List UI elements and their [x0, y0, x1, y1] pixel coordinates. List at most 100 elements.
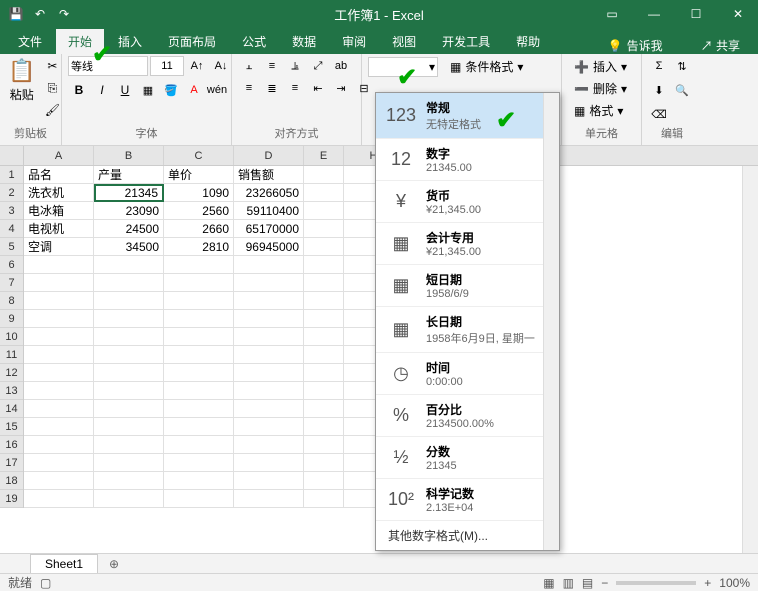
cell[interactable]: 23266050 [234, 184, 304, 202]
cell[interactable] [94, 256, 164, 274]
row-header[interactable]: 8 [0, 292, 23, 310]
vertical-scrollbar[interactable] [742, 166, 758, 553]
cell[interactable] [164, 436, 234, 454]
cell[interactable] [234, 400, 304, 418]
cell[interactable] [24, 454, 94, 472]
tab-data[interactable]: 数据 [280, 29, 328, 54]
col-header[interactable]: B [94, 146, 164, 165]
cell[interactable] [164, 400, 234, 418]
cell[interactable] [94, 364, 164, 382]
format-option-2[interactable]: ¥货币¥21,345.00 [376, 181, 559, 223]
format-option-7[interactable]: %百分比2134500.00% [376, 395, 559, 437]
tab-view[interactable]: 视图 [380, 29, 428, 54]
autosum-icon[interactable]: Σ [648, 56, 670, 76]
cell[interactable]: 96945000 [234, 238, 304, 256]
row-header[interactable]: 6 [0, 256, 23, 274]
cell[interactable] [234, 418, 304, 436]
view-layout-icon[interactable]: ▥ [563, 576, 574, 590]
row-header[interactable]: 3 [0, 202, 23, 220]
cell[interactable] [234, 274, 304, 292]
cell[interactable]: 23090 [94, 202, 164, 220]
border-button[interactable]: ▦ [137, 80, 159, 100]
cell[interactable] [24, 418, 94, 436]
cell[interactable] [24, 472, 94, 490]
fill-icon[interactable]: ⬇ [648, 80, 670, 100]
align-left-icon[interactable]: ≡ [238, 78, 260, 98]
row-header[interactable]: 11 [0, 346, 23, 364]
sheet-tab[interactable]: Sheet1 [30, 554, 98, 573]
cell[interactable]: 洗衣机 [24, 184, 94, 202]
format-option-6[interactable]: ◷时间0:00:00 [376, 353, 559, 395]
row-header[interactable]: 5 [0, 238, 23, 256]
share-button[interactable]: ↗ 共享 [691, 37, 750, 54]
cell[interactable] [234, 472, 304, 490]
conditional-format-button[interactable]: ▦ 条件格式 ▾ [444, 56, 529, 77]
cell[interactable] [304, 328, 344, 346]
cell[interactable] [234, 292, 304, 310]
undo-icon[interactable]: ↶ [30, 4, 50, 24]
number-format-dropdown[interactable]: ▾ [368, 57, 438, 77]
tab-dev[interactable]: 开发工具 [430, 29, 502, 54]
align-center-icon[interactable]: ≣ [261, 78, 283, 98]
cell[interactable]: 2560 [164, 202, 234, 220]
more-number-formats[interactable]: 其他数字格式(M)... [376, 521, 559, 550]
row-header[interactable]: 12 [0, 364, 23, 382]
cell[interactable] [94, 418, 164, 436]
format-cells-button[interactable]: ▦ 格式 ▾ [568, 100, 629, 121]
cell[interactable] [164, 256, 234, 274]
cell[interactable] [164, 490, 234, 508]
decrease-font-icon[interactable]: A↓ [210, 56, 232, 76]
cell[interactable] [234, 382, 304, 400]
cell[interactable]: 1090 [164, 184, 234, 202]
cell[interactable]: 电冰箱 [24, 202, 94, 220]
cell[interactable] [304, 310, 344, 328]
cell[interactable] [94, 382, 164, 400]
cell[interactable] [164, 310, 234, 328]
align-bottom-icon[interactable]: ⫡ [284, 56, 306, 76]
cell[interactable] [24, 328, 94, 346]
cell[interactable] [304, 436, 344, 454]
font-name-select[interactable] [68, 56, 148, 76]
cell[interactable] [164, 472, 234, 490]
cell[interactable] [304, 202, 344, 220]
zoom-out-icon[interactable]: − [601, 576, 608, 590]
view-normal-icon[interactable]: ▦ [543, 576, 554, 590]
cell[interactable]: 空调 [24, 238, 94, 256]
row-header[interactable]: 4 [0, 220, 23, 238]
tellme-text[interactable]: 告诉我 [627, 37, 663, 54]
tab-layout[interactable]: 页面布局 [156, 29, 228, 54]
tab-home[interactable]: 开始 [56, 29, 104, 54]
cell[interactable]: 品名 [24, 166, 94, 184]
find-icon[interactable]: 🔍 [671, 80, 693, 100]
paste-button[interactable]: 📋 粘贴 [6, 56, 37, 105]
format-option-0[interactable]: 123常规无特定格式 [376, 93, 559, 139]
cell[interactable]: 销售额 [234, 166, 304, 184]
cell[interactable] [94, 310, 164, 328]
zoom-level[interactable]: 100% [719, 576, 750, 590]
row-header[interactable]: 9 [0, 310, 23, 328]
cell[interactable] [24, 364, 94, 382]
wrap-text-button[interactable]: ab [330, 56, 352, 76]
cell[interactable] [234, 310, 304, 328]
bold-button[interactable]: B [68, 80, 90, 100]
align-top-icon[interactable]: ⫠ [238, 56, 260, 76]
cell[interactable] [24, 274, 94, 292]
cell[interactable] [234, 328, 304, 346]
ribbon-options-icon[interactable]: ▭ [592, 0, 632, 28]
row-header[interactable]: 13 [0, 382, 23, 400]
cell[interactable]: 2810 [164, 238, 234, 256]
cell[interactable] [94, 346, 164, 364]
row-header[interactable]: 14 [0, 400, 23, 418]
cell[interactable]: 21345 [94, 184, 164, 202]
increase-indent-icon[interactable]: ⇥ [330, 78, 352, 98]
row-header[interactable]: 2 [0, 184, 23, 202]
decrease-indent-icon[interactable]: ⇤ [307, 78, 329, 98]
zoom-slider[interactable] [616, 581, 696, 585]
cell[interactable] [94, 292, 164, 310]
phonetic-button[interactable]: wén [206, 80, 228, 100]
cell[interactable] [94, 274, 164, 292]
increase-font-icon[interactable]: A↑ [186, 56, 208, 76]
cell[interactable] [94, 436, 164, 454]
close-icon[interactable]: ✕ [718, 0, 758, 28]
cell[interactable]: 电视机 [24, 220, 94, 238]
